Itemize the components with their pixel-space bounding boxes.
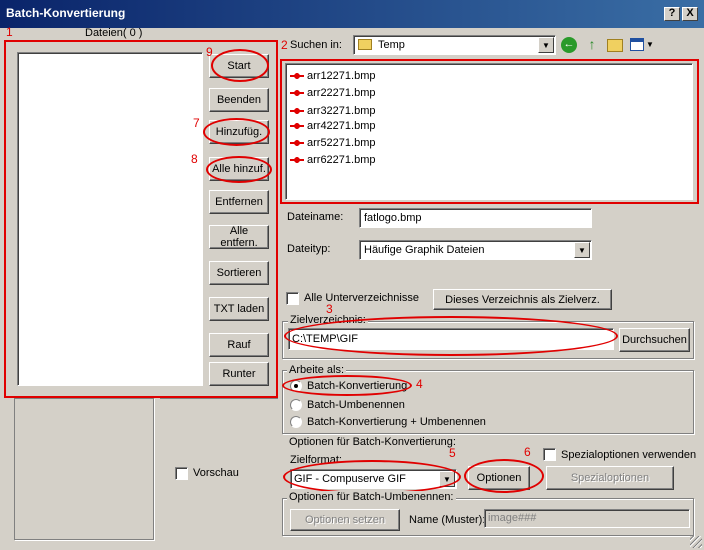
preview-label: Vorschau (193, 467, 239, 479)
special-options-checkbox[interactable] (543, 448, 556, 461)
chevron-down-icon[interactable]: ▼ (538, 37, 554, 53)
filetype-value: Häufige Graphik Dateien (364, 244, 485, 256)
marker-9: 9 (206, 45, 213, 59)
annotation-oval-7 (203, 118, 270, 146)
annotation-oval-5 (283, 460, 461, 494)
look-in-combo[interactable]: Temp ▼ (353, 35, 556, 55)
back-icon[interactable]: ← (561, 37, 577, 53)
resize-grip-icon[interactable] (690, 536, 702, 548)
chevron-down-icon[interactable]: ▼ (574, 242, 590, 258)
filetype-combo[interactable]: Häufige Graphik Dateien ▼ (359, 240, 592, 260)
annotation-box-2 (280, 59, 699, 204)
special-options-label: Spezialoptionen verwenden (561, 449, 697, 461)
radio-label: Batch-Konvertierung + Umbenennen (307, 416, 486, 428)
look-in-value: Temp (378, 39, 405, 51)
close-button[interactable]: X (682, 7, 698, 21)
marker-5: 5 (449, 446, 456, 460)
annotation-oval-6 (464, 459, 544, 493)
rename-options-label: Optionen für Batch-Umbenennen: (287, 491, 456, 503)
name-pattern-label: Name (Muster): (409, 514, 486, 526)
browse-button[interactable]: Durchsuchen (619, 328, 690, 352)
up-folder-icon[interactable]: ↑ (584, 37, 600, 53)
annotation-oval-4 (282, 375, 412, 396)
thumbnail-area (14, 398, 154, 540)
marker-6: 6 (524, 445, 531, 459)
batch-file-list[interactable] (17, 52, 203, 386)
filename-label: Dateiname: (287, 211, 344, 223)
view-menu-icon[interactable] (630, 38, 644, 51)
remove-all-button[interactable]: Alle entfern. (209, 225, 269, 249)
move-down-button[interactable]: Runter (209, 362, 269, 386)
new-folder-icon[interactable] (607, 39, 623, 52)
sort-button[interactable]: Sortieren (209, 261, 269, 285)
radio-batch-rename[interactable] (290, 399, 302, 411)
subdirs-label: Alle Unterverzeichnisse (304, 292, 419, 304)
annotation-oval-9 (211, 49, 269, 82)
marker-7: 7 (193, 116, 200, 130)
remove-button[interactable]: Entfernen (209, 190, 269, 214)
preview-checkbox[interactable] (175, 467, 188, 480)
subdirs-checkbox[interactable] (286, 292, 299, 305)
file-list-header: Dateien( 0 ) (85, 27, 143, 39)
marker-2: 2 (281, 38, 288, 52)
convert-options-label: Optionen für Batch-Konvertierung: (287, 436, 458, 448)
marker-1: 1 (6, 25, 13, 39)
folder-icon (358, 39, 372, 50)
radio-label: Batch-Umbenennen (307, 399, 405, 411)
annotation-oval-3 (284, 316, 618, 356)
special-options-button[interactable]: Spezialoptionen (546, 466, 674, 490)
move-up-button[interactable]: Rauf (209, 333, 269, 357)
set-target-dir-button[interactable]: Dieses Verzeichnis als Zielverz. (433, 289, 612, 310)
beenden-button[interactable]: Beenden (209, 88, 269, 112)
marker-8: 8 (191, 152, 198, 166)
filename-input[interactable]: fatlogo.bmp (359, 208, 592, 228)
view-menu-chevron-icon[interactable]: ▼ (646, 40, 654, 49)
help-button[interactable]: ? (664, 7, 680, 21)
radio-convert-and-rename[interactable] (290, 416, 302, 428)
marker-3: 3 (326, 302, 333, 316)
load-txt-button[interactable]: TXT laden (209, 297, 269, 321)
filetype-label: Dateityp: (287, 243, 331, 255)
annotation-oval-8 (206, 156, 272, 183)
set-rename-options-button[interactable]: Optionen setzen (290, 509, 400, 531)
window-title: Batch-Konvertierung (6, 6, 126, 20)
marker-4: 4 (416, 377, 423, 391)
name-pattern-input[interactable]: image### (484, 509, 690, 528)
look-in-label: Suchen in: (290, 39, 342, 51)
title-bar: Batch-Konvertierung ? X (0, 0, 704, 28)
